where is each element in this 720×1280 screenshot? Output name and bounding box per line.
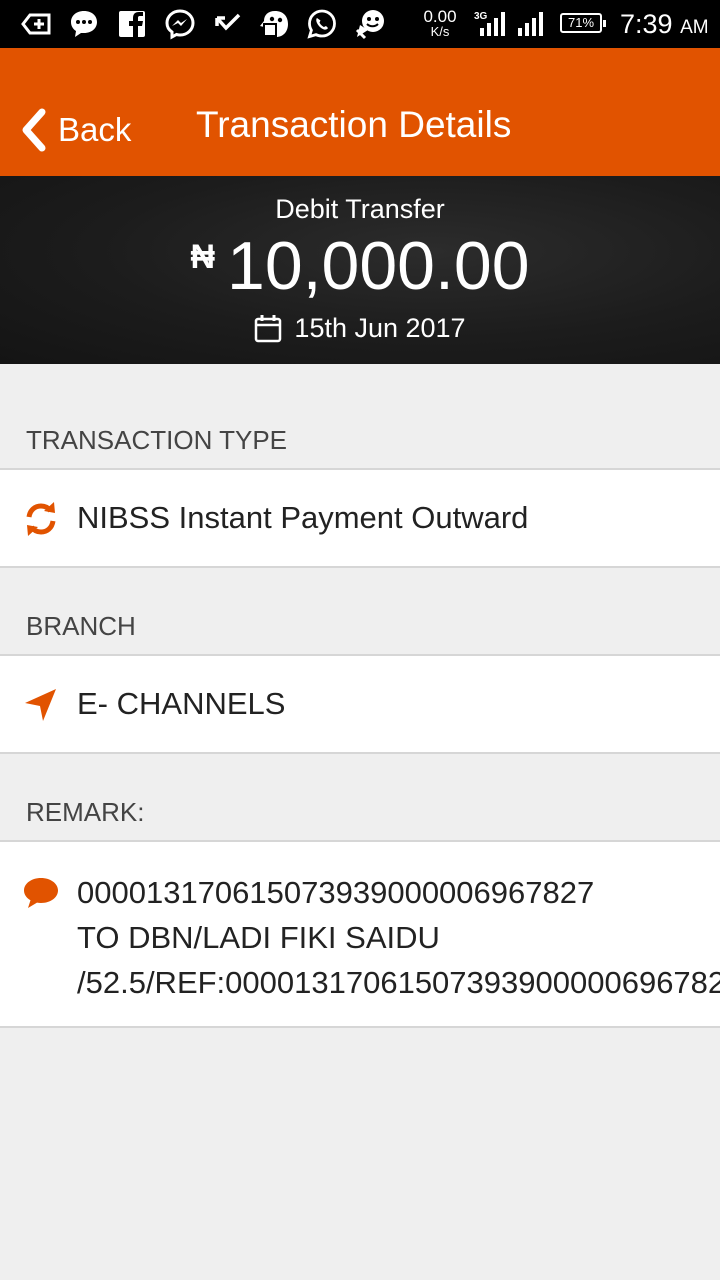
remark-header: REMARK: [0,782,720,842]
branch-value: E- CHANNELS [77,686,286,721]
transaction-type-row: NIBSS Instant Payment Outward [0,470,720,568]
date-row: 15th Jun 2017 [0,310,720,346]
signal-3g-icon: 3G [474,10,508,36]
missed-call-icon [212,8,244,40]
branch-header: BRANCH [0,596,720,656]
remark-row: 000013170615073939000006967827 TO DBN/LA… [0,842,720,1028]
network-speed: 0.00 K/s [423,7,457,39]
location-arrow-icon [22,686,60,724]
back-label: Back [58,111,132,148]
messenger-icon [164,8,196,40]
transaction-summary: Debit Transfer ₦ 10,000.00 15th Jun 2017 [0,176,720,364]
transaction-kind: Debit Transfer [275,194,445,224]
signal-strength-icon [518,10,546,36]
amount-row: ₦ 10,000.00 [0,228,720,304]
transaction-amount: 10,000.00 [227,228,530,304]
transaction-type-value: NIBSS Instant Payment Outward [77,500,529,535]
currency-symbol: ₦ [190,238,216,276]
remark-text: 000013170615073939000006967827 TO DBN/LA… [77,870,720,1005]
calendar-icon [254,313,294,343]
remark-line: TO DBN/LADI FIKI SAIDU [77,920,440,955]
svg-text:3G: 3G [474,11,488,22]
facebook-icon [116,8,148,40]
messages-icon [68,8,100,40]
battery-indicator: 71% [560,13,606,33]
remark-line: 000013170615073939000006967827 [77,875,595,910]
clock: 7:39 AM [620,9,709,39]
chat-app-icon [258,8,290,40]
whatsapp-icon [306,8,338,40]
comment-icon [22,874,60,912]
add-box-icon [20,8,52,40]
transaction-type-header: TRANSACTION TYPE [0,410,720,470]
app-bar: Back Transaction Details [0,48,720,176]
status-bar: 0.00 K/s 3G 71% 7:39 AM [0,0,720,48]
remark-line: /52.5/REF:000013170615073939000006967827 [77,965,720,1000]
refresh-icon [22,500,60,538]
chevron-left-icon [18,108,48,152]
chat-app-icon-2 [354,8,386,40]
back-button[interactable]: Back [18,108,131,152]
branch-row: E- CHANNELS [0,656,720,754]
page-title: Transaction Details [196,104,512,145]
transaction-date: 15th Jun 2017 [294,312,466,343]
